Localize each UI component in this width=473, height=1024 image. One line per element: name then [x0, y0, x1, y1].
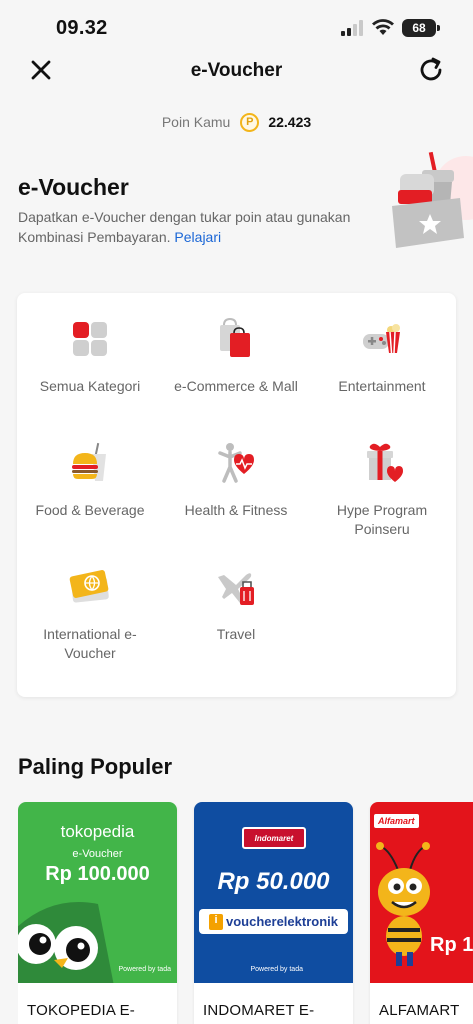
- shopping-bags-icon: [220, 317, 250, 357]
- alfamart-logo: Alfamart: [374, 814, 419, 828]
- battery-icon: 68: [402, 19, 440, 37]
- voucher-banner: Indomaret Rp 50.000 i voucherelektronik …: [194, 802, 353, 983]
- wifi-icon: [372, 19, 394, 35]
- coin-icon: P: [240, 112, 260, 132]
- category-ecommerce[interactable]: e-Commerce & Mall: [163, 293, 309, 413]
- voucher-card-indomaret[interactable]: Indomaret Rp 50.000 i voucherelektronik …: [194, 802, 353, 1024]
- points-label: Poin Kamu: [161, 114, 231, 130]
- category-grid: Semua Kategori e-Commerce & Mall Enterta…: [17, 293, 456, 697]
- voucher-tag-text: voucherelektronik: [226, 914, 338, 929]
- category-label: Health & Fitness: [184, 502, 288, 518]
- plane-luggage-icon: [218, 573, 254, 605]
- status-bar: 09.32 68: [0, 0, 473, 48]
- gift-heart-icon: [367, 443, 403, 482]
- fitness-heart-icon: [218, 443, 254, 483]
- category-travel[interactable]: Travel: [163, 541, 309, 661]
- voucher-amount: Rp 1(: [430, 934, 473, 956]
- powered-by-label: Powered by tada: [118, 966, 171, 973]
- powered-by-label: Powered by tada: [250, 966, 303, 973]
- voucher-name: TOKOPEDIA E-: [27, 1002, 135, 1019]
- category-international[interactable]: International e-Voucher: [17, 541, 163, 661]
- category-health[interactable]: Health & Fitness: [163, 417, 309, 537]
- category-food[interactable]: Food & Beverage: [17, 417, 163, 537]
- voucher-name: ALFAMART: [379, 1002, 460, 1019]
- hero-section: e-Voucher Dapatkan e-Voucher dengan tuka…: [0, 148, 473, 268]
- category-label: International e-Voucher: [43, 626, 137, 661]
- points-balance: Poin Kamu P 22.423: [0, 110, 473, 134]
- voucher-amount: Rp 100.000: [45, 863, 150, 885]
- gamepad-popcorn-icon: [363, 324, 400, 354]
- refresh-icon[interactable]: [416, 55, 446, 85]
- points-value: 22.423: [268, 114, 312, 130]
- learn-more-link[interactable]: Pelajari: [174, 229, 221, 245]
- cellular-signal-icon: [341, 20, 363, 36]
- tokopedia-owl-icon: [18, 902, 114, 983]
- status-time: 09.32: [56, 17, 108, 39]
- voucher-amount: Rp 50.000: [217, 868, 330, 895]
- hero-description: Dapatkan e-Voucher dengan tukar poin ata…: [18, 207, 368, 247]
- popular-section-title: Paling Populer: [18, 754, 173, 779]
- category-entertainment[interactable]: Entertainment: [309, 293, 455, 413]
- voucher-elektronik-tag: i voucherelektronik: [199, 909, 348, 934]
- voucher-illustration-icon: [392, 151, 473, 248]
- page-title: e-Voucher: [190, 60, 283, 81]
- voucher-card-alfamart[interactable]: Alfamart Rp 1( ALFAMART: [370, 802, 473, 1024]
- globe-ticket-icon: [69, 570, 109, 603]
- voucher-card-tokopedia[interactable]: tokopedia e-Voucher Rp 100.000 Powered b…: [18, 802, 177, 1024]
- nav-bar: e-Voucher: [0, 48, 473, 94]
- tokopedia-logo: tokopedia: [60, 822, 135, 841]
- all-categories-icon: [73, 322, 107, 356]
- category-label: e-Commerce & Mall: [174, 378, 298, 394]
- voucher-tag-i: i: [209, 913, 223, 930]
- hero-title: e-Voucher: [18, 174, 129, 200]
- category-all[interactable]: Semua Kategori: [17, 293, 163, 413]
- category-label: Travel: [216, 626, 256, 642]
- category-label: Entertainment: [338, 378, 426, 394]
- voucher-banner: Alfamart Rp 1(: [370, 802, 473, 983]
- voucher-type-label: e-Voucher: [72, 848, 123, 860]
- category-label: Food & Beverage: [35, 502, 145, 518]
- category-hype-program[interactable]: Hype Program Poinseru: [309, 417, 455, 537]
- category-label: Semua Kategori: [39, 378, 141, 394]
- indomaret-logo: Indomaret: [242, 827, 306, 849]
- popular-voucher-list: tokopedia e-Voucher Rp 100.000 Powered b…: [18, 802, 473, 1024]
- voucher-banner: tokopedia e-Voucher Rp 100.000 Powered b…: [18, 802, 177, 983]
- voucher-name: INDOMARET E-: [203, 1002, 315, 1019]
- burger-drink-icon: [72, 442, 106, 481]
- category-label: Hype Program Poinseru: [336, 502, 428, 537]
